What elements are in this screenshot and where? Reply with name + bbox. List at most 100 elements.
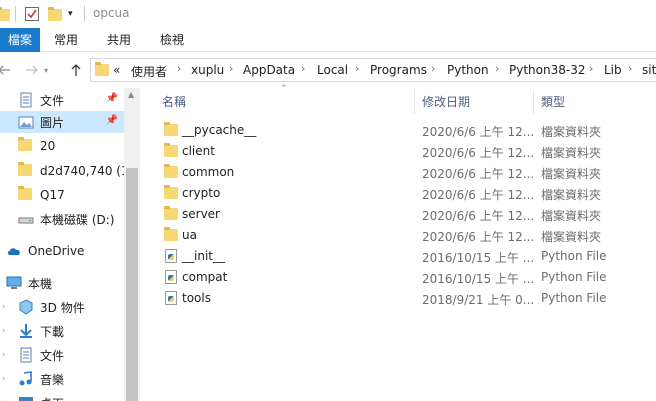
file-row[interactable]: compat 2016/10/15 上午 ... Python File bbox=[160, 267, 656, 288]
nav-item-20[interactable]: 20 bbox=[0, 135, 124, 157]
document-icon bbox=[20, 347, 32, 363]
folder-icon bbox=[164, 185, 178, 199]
breadcrumb-xuplu[interactable]: xuplu bbox=[191, 63, 224, 77]
column-divider[interactable] bbox=[533, 90, 534, 114]
breadcrumb-overflow[interactable]: « bbox=[113, 63, 120, 77]
chevron-right-icon[interactable]: › bbox=[229, 62, 233, 75]
nav-item-3d-objects[interactable]: › 3D 物件 bbox=[0, 296, 124, 318]
file-row[interactable]: client 2020/6/6 上午 12... 檔案資料夾 bbox=[160, 141, 656, 162]
column-header-date[interactable]: 修改日期 bbox=[422, 92, 532, 112]
document-icon bbox=[20, 92, 32, 108]
file-row[interactable]: server 2020/6/6 上午 12... 檔案資料夾 bbox=[160, 204, 656, 225]
tab-view[interactable]: 檢視 bbox=[152, 28, 192, 52]
address-bar[interactable]: « 使用者 › xuplu › AppData › Local › Progra… bbox=[90, 58, 656, 82]
tab-home[interactable]: 常用 bbox=[46, 28, 86, 52]
file-date: 2016/10/15 上午 ... bbox=[422, 272, 535, 286]
breadcrumb-site[interactable]: sit bbox=[642, 63, 656, 77]
file-date: 2020/6/6 上午 12... bbox=[422, 125, 535, 139]
pin-icon[interactable]: 📌 bbox=[106, 115, 118, 126]
breadcrumb-python38-32[interactable]: Python38-32 bbox=[509, 63, 585, 77]
breadcrumb-programs[interactable]: Programs bbox=[370, 63, 427, 77]
file-type: 檔案資料夾 bbox=[541, 125, 602, 139]
download-icon bbox=[20, 324, 32, 338]
chevron-right-icon[interactable]: › bbox=[177, 62, 181, 75]
chevron-right-icon[interactable]: › bbox=[2, 326, 6, 336]
column-header-type[interactable]: 類型 bbox=[541, 92, 651, 112]
nav-item-downloads[interactable]: › 下載 bbox=[0, 320, 124, 342]
breadcrumb-users[interactable]: 使用者 bbox=[131, 63, 167, 80]
drive-icon bbox=[18, 217, 34, 224]
file-date: 2020/6/6 上午 12... bbox=[422, 188, 535, 202]
nav-item-label: 文件 bbox=[40, 93, 65, 108]
folder-icon bbox=[18, 162, 32, 176]
file-row[interactable]: crypto 2020/6/6 上午 12... 檔案資料夾 bbox=[160, 183, 656, 204]
file-row[interactable]: tools 2018/9/21 上午 0... Python File bbox=[160, 288, 656, 309]
chevron-right-icon[interactable]: › bbox=[2, 374, 6, 384]
folder-icon bbox=[18, 186, 32, 200]
folder-icon bbox=[164, 164, 178, 178]
cloud-icon bbox=[7, 248, 20, 255]
file-name: server bbox=[182, 207, 220, 221]
file-type: Python File bbox=[541, 249, 607, 263]
breadcrumb-lib[interactable]: Lib bbox=[604, 63, 622, 77]
chevron-right-icon[interactable]: › bbox=[2, 350, 6, 360]
breadcrumb-local[interactable]: Local bbox=[317, 63, 348, 77]
scroll-up-icon[interactable]: ▲ bbox=[128, 90, 134, 99]
music-note-icon bbox=[19, 371, 32, 386]
pin-icon[interactable]: 📌 bbox=[106, 93, 118, 104]
nav-item-documents[interactable]: 文件 📌 bbox=[0, 89, 124, 111]
file-date: 2020/6/6 上午 12... bbox=[422, 209, 535, 223]
file-row[interactable]: __pycache__ 2020/6/6 上午 12... 檔案資料夾 bbox=[160, 120, 656, 141]
recent-locations-button[interactable]: ▾ bbox=[40, 60, 52, 80]
file-type: 檔案資料夾 bbox=[541, 146, 602, 160]
desktop-icon bbox=[19, 397, 33, 401]
chevron-right-icon[interactable]: › bbox=[355, 62, 359, 75]
tab-share[interactable]: 共用 bbox=[99, 28, 139, 52]
back-arrow-icon bbox=[0, 65, 10, 75]
folder-icon[interactable] bbox=[0, 4, 10, 24]
nav-item-q17[interactable]: Q17 bbox=[0, 184, 124, 206]
breadcrumb-appdata[interactable]: AppData bbox=[243, 63, 295, 77]
file-date: 2020/6/6 上午 12... bbox=[422, 167, 535, 181]
chevron-right-icon[interactable]: › bbox=[301, 62, 305, 75]
file-name: compat bbox=[182, 270, 228, 284]
chevron-right-icon[interactable]: › bbox=[495, 62, 499, 75]
chevron-right-icon[interactable]: › bbox=[2, 302, 6, 312]
nav-item-this-pc[interactable]: 本機 bbox=[0, 272, 124, 294]
nav-item-label: OneDrive bbox=[28, 244, 85, 258]
scrollbar-thumb[interactable] bbox=[126, 168, 138, 401]
nav-item-d2d740[interactable]: d2d740,740 (10 bbox=[0, 160, 124, 182]
nav-item-onedrive[interactable]: OneDrive bbox=[0, 240, 124, 262]
nav-item-label: 圖片 bbox=[40, 115, 65, 130]
quick-access-dropdown-icon[interactable]: ▾ bbox=[68, 4, 73, 24]
up-button[interactable] bbox=[66, 60, 86, 80]
column-divider[interactable] bbox=[414, 90, 415, 114]
file-type: 檔案資料夾 bbox=[541, 188, 602, 202]
file-row[interactable]: common 2020/6/6 上午 12... 檔案資料夾 bbox=[160, 162, 656, 183]
column-header-name[interactable]: 名稱 bbox=[162, 92, 412, 112]
nav-item-music[interactable]: › 音樂 bbox=[0, 368, 124, 390]
file-row[interactable]: __init__ 2016/10/15 上午 ... Python File bbox=[160, 246, 656, 267]
nav-item-local-disk-d[interactable]: 本機磁碟 (D:) bbox=[0, 208, 124, 230]
nav-item-desktop[interactable]: › 桌面 bbox=[0, 392, 124, 401]
tab-file[interactable]: 檔案 bbox=[0, 28, 40, 52]
chevron-right-icon[interactable]: › bbox=[628, 62, 632, 75]
new-folder-icon[interactable] bbox=[48, 4, 62, 24]
breadcrumb-python[interactable]: Python bbox=[447, 63, 489, 77]
nav-pane-scrollbar[interactable]: ▲ bbox=[124, 88, 140, 401]
ribbon-tabs: 檔案 常用 共用 檢視 bbox=[0, 28, 656, 52]
chevron-right-icon[interactable]: › bbox=[589, 62, 593, 75]
window-title: opcua bbox=[93, 6, 130, 20]
file-name: crypto bbox=[182, 186, 221, 200]
file-type: Python File bbox=[541, 270, 607, 284]
chevron-right-icon[interactable]: › bbox=[431, 62, 435, 75]
nav-item-label: 下載 bbox=[40, 324, 65, 339]
back-button[interactable] bbox=[0, 60, 14, 80]
nav-item-documents-pc[interactable]: › 文件 bbox=[0, 344, 124, 366]
forward-button[interactable] bbox=[22, 60, 42, 80]
nav-item-pictures[interactable]: 圖片 📌 bbox=[0, 111, 124, 133]
python-file-icon bbox=[165, 270, 177, 284]
file-row[interactable]: ua 2020/6/6 上午 12... 檔案資料夾 bbox=[160, 225, 656, 246]
file-name: tools bbox=[182, 291, 211, 305]
properties-icon[interactable] bbox=[25, 4, 39, 24]
